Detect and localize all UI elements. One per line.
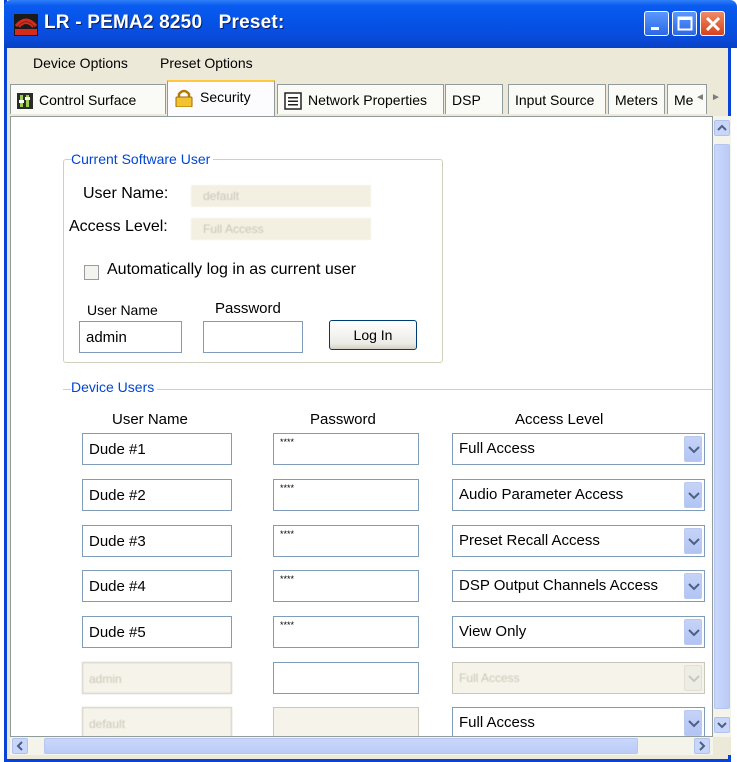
horizontal-scroll-thumb[interactable] — [44, 738, 638, 754]
control-surface-icon — [17, 93, 33, 110]
menu-device-options[interactable]: Device Options — [33, 55, 128, 71]
vertical-scroll-thumb[interactable] — [714, 144, 730, 709]
tab-label: DSP — [452, 92, 481, 108]
device-user-password-input[interactable]: **** — [273, 616, 419, 648]
current-user-name-value: default — [191, 185, 371, 207]
device-user-name-input[interactable]: Dude #3 — [82, 525, 232, 557]
dropdown-arrow-icon[interactable] — [684, 710, 702, 736]
minimize-icon — [651, 27, 659, 30]
column-header-access-level: Access Level — [515, 411, 604, 428]
device-user-access-select[interactable]: View Only — [452, 616, 705, 648]
select-value: Preset Recall Access — [459, 532, 600, 549]
tab-scroll-left-icon[interactable]: ◄ — [695, 92, 705, 103]
scroll-right-arrow-icon[interactable] — [694, 738, 710, 754]
horizontal-scrollbar[interactable] — [10, 737, 713, 755]
auto-login-checkbox[interactable] — [84, 265, 99, 280]
ashly-logo-icon — [14, 14, 38, 36]
select-value: Full Access — [459, 440, 535, 457]
select-value: DSP Output Channels Access — [459, 577, 658, 594]
login-password-label: Password — [215, 300, 281, 317]
scroll-left-arrow-icon[interactable] — [12, 738, 28, 754]
column-header-password: Password — [310, 411, 376, 428]
select-value: View Only — [459, 623, 527, 640]
application-window: LR - PEMA2 8250 Preset: Device Options P… — [4, 0, 737, 762]
scroll-up-arrow-icon[interactable] — [714, 120, 730, 136]
device-user-name-input[interactable]: Dude #2 — [82, 479, 232, 511]
lock-icon — [175, 90, 193, 108]
select-value: Full Access — [459, 671, 520, 685]
tab-control-surface[interactable]: Control Surface — [10, 84, 166, 114]
title-bar[interactable]: LR - PEMA2 8250 Preset: — [4, 0, 737, 48]
device-user-password-input[interactable]: **** — [273, 570, 419, 602]
current-user-group-label: Current Software User — [71, 151, 214, 167]
access-level-label: Access Level: — [69, 218, 168, 235]
tab-label: Input Source — [515, 92, 595, 108]
login-user-name-label: User Name — [87, 302, 158, 318]
tab-security[interactable]: Security — [167, 80, 275, 116]
tab-meters[interactable]: Meters — [608, 84, 665, 114]
network-icon — [284, 92, 302, 111]
device-user-access-select: Full Access — [452, 662, 705, 694]
auto-login-label: Automatically log in as current user — [107, 261, 356, 278]
device-user-name-input: admin — [82, 662, 232, 694]
device-user-access-select[interactable]: Full Access — [452, 707, 705, 736]
tab-dsp[interactable]: DSP — [445, 84, 503, 114]
dropdown-arrow-icon[interactable] — [684, 619, 702, 645]
tab-scroll-right-icon[interactable]: ► — [711, 92, 721, 103]
device-users-divider — [63, 389, 712, 390]
menu-preset-options[interactable]: Preset Options — [160, 55, 253, 71]
dropdown-arrow-icon[interactable] — [684, 573, 702, 599]
login-user-name-input[interactable]: admin — [79, 321, 182, 353]
maximize-button[interactable] — [672, 11, 697, 36]
vertical-scrollbar[interactable] — [713, 116, 731, 737]
select-value: Full Access — [459, 714, 535, 731]
minimize-button[interactable] — [644, 11, 669, 36]
tab-label: Network Properties — [308, 92, 428, 108]
scroll-down-arrow-icon[interactable] — [714, 717, 730, 733]
column-header-user-name: User Name — [112, 411, 188, 428]
device-user-access-select[interactable]: Audio Parameter Access — [452, 479, 705, 511]
select-value: Audio Parameter Access — [459, 486, 624, 503]
device-user-name-input[interactable]: Dude #1 — [82, 433, 232, 465]
login-button[interactable]: Log In — [329, 320, 417, 350]
close-button[interactable] — [700, 11, 725, 36]
dropdown-arrow-icon — [684, 665, 702, 691]
device-user-password-input[interactable]: **** — [273, 433, 419, 465]
device-user-name-input[interactable]: Dude #5 — [82, 616, 232, 648]
tab-input-source[interactable]: Input Source — [508, 84, 606, 114]
device-user-password-input[interactable] — [273, 662, 419, 694]
user-name-label: User Name: — [83, 185, 169, 202]
device-user-access-select[interactable]: DSP Output Channels Access — [452, 570, 705, 602]
device-user-access-select[interactable]: Preset Recall Access — [452, 525, 705, 557]
current-access-level-value: Full Access — [191, 218, 371, 240]
dropdown-arrow-icon[interactable] — [684, 482, 702, 508]
menu-bar: Device Options Preset Options — [7, 48, 728, 78]
login-password-input[interactable] — [203, 321, 303, 353]
window-title: LR - PEMA2 8250 Preset: — [44, 12, 285, 33]
device-user-password-input[interactable]: **** — [273, 479, 419, 511]
device-user-password-input — [273, 707, 419, 736]
tab-label: Me — [674, 92, 694, 108]
dropdown-arrow-icon[interactable] — [684, 528, 702, 554]
tab-strip: Control Surface Security Network Propert… — [7, 78, 728, 120]
dropdown-arrow-icon[interactable] — [684, 436, 702, 462]
maximize-icon — [677, 16, 693, 31]
device-user-access-select[interactable]: Full Access — [452, 433, 705, 465]
device-user-password-input[interactable]: **** — [273, 525, 419, 557]
tab-label: Control Surface — [39, 92, 137, 108]
security-panel: Current Software User User Name: default… — [10, 116, 713, 737]
device-users-group-label: Device Users — [71, 379, 158, 395]
tab-label: Meters — [615, 92, 658, 108]
device-user-name-input: default — [82, 707, 232, 736]
scrollbar-corner — [713, 737, 731, 755]
tab-label: Security — [200, 89, 251, 105]
tab-network-properties[interactable]: Network Properties — [277, 84, 444, 114]
device-user-name-input[interactable]: Dude #4 — [82, 570, 232, 602]
close-icon — [705, 16, 721, 32]
